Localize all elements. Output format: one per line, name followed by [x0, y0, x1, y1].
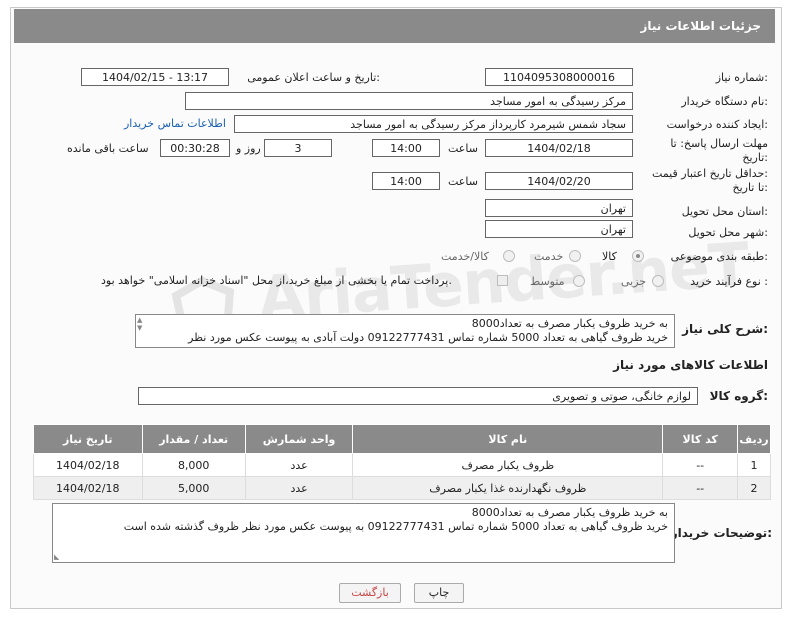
print-button[interactable]: چاپ — [414, 583, 464, 603]
payment-note: پرداخت تمام یا بخشی از مبلغ خرید،از محل … — [101, 274, 452, 287]
title-bar: جزئیات اطلاعات نیاز — [14, 9, 775, 43]
col-row: ردیف — [737, 424, 771, 454]
goods-group-label: گروه کالا: — [709, 389, 768, 403]
col-unit: واحد شمارش — [244, 424, 354, 454]
resize-handle-icon[interactable]: ◣ — [54, 553, 59, 561]
row-index: 1 — [737, 453, 771, 477]
goods-table-header: ردیف کد کالا نام کالا واحد شمارش تعداد /… — [33, 424, 771, 454]
buyer-notes-line-2: خرید ظروف گیاهی به تعداد 5000 شماره تماس… — [123, 520, 668, 533]
row-qty: 8,000 — [141, 453, 246, 477]
row-qty: 5,000 — [141, 476, 246, 500]
summary-line-2: خرید ظروف گیاهی به تعداد 5000 شماره تماس… — [188, 331, 668, 344]
process-option-medium: متوسط — [530, 275, 565, 288]
row-code: -- — [662, 476, 739, 500]
category-option-goods: کالا — [602, 250, 617, 263]
deadline-time-field: 14:00 — [372, 139, 440, 157]
validity-date-field: 1404/02/20 — [485, 172, 633, 190]
table-row: 2 -- ظروف نگهدارنده غذا یکبار مصرف عدد 5… — [33, 476, 771, 500]
city-label: شهر محل تحویل: — [688, 226, 768, 239]
buyer-org-field: مرکز رسیدگی به امور مساجد — [185, 92, 633, 110]
requester-field: سجاد شمس شیرمرد کارپرداز مرکز رسیدگی به … — [234, 115, 633, 133]
category-radio-goods-service[interactable] — [503, 250, 515, 262]
summary-label: شرح کلی نیاز: — [682, 322, 768, 336]
need-number-label: شماره نیاز: — [715, 71, 768, 84]
days-remaining-field: 3 — [264, 139, 332, 157]
row-code: -- — [662, 453, 739, 477]
city-field: تهران — [485, 220, 633, 238]
process-option-minor: جزیی — [621, 275, 647, 288]
buyer-contact-link[interactable]: اطلاعات تماس خریدار — [124, 117, 226, 130]
validity-time-field: 14:00 — [372, 172, 440, 190]
col-code: کد کالا — [662, 424, 739, 454]
category-label: طبقه بندی موضوعی: — [670, 250, 768, 263]
row-name: ظروف یکبار مصرف — [352, 453, 664, 477]
time-remaining-field: 00:30:28 — [160, 139, 230, 157]
summary-textarea[interactable]: به خرید ظروف یکبار مصرف به تعداد8000 خری… — [135, 314, 675, 348]
announce-label: تاریخ و ساعت اعلان عمومی: — [247, 71, 380, 84]
col-qty: تعداد / مقدار — [141, 424, 246, 454]
row-index: 2 — [737, 476, 771, 500]
deadline-time-label: ساعت — [448, 142, 478, 155]
deadline-label-line2: تاریخ: — [742, 151, 768, 164]
requester-label: ایجاد کننده درخواست: — [666, 118, 768, 131]
need-number-field: 1104095308000016 — [485, 68, 633, 86]
process-radio-minor[interactable] — [652, 275, 664, 287]
payment-checkbox[interactable] — [497, 275, 508, 286]
table-row: 1 -- ظروف یکبار مصرف عدد 8,000 1404/02/1… — [33, 453, 771, 477]
time-remaining-label: ساعت باقی مانده — [67, 142, 149, 155]
buyer-org-label: نام دستگاه خریدار: — [681, 95, 768, 108]
category-radio-goods[interactable] — [632, 250, 644, 262]
category-option-service: خدمت — [534, 250, 564, 263]
deadline-date-field: 1404/02/18 — [485, 139, 633, 157]
category-option-goods-service: کالا/خدمت — [441, 250, 489, 263]
scroll-arrows-icon[interactable]: ▲ ▼ — [137, 316, 142, 332]
row-unit: عدد — [244, 453, 354, 477]
goods-group-field: لوازم خانگی، صوتی و تصویری — [138, 387, 698, 405]
days-label: روز و — [236, 142, 261, 155]
goods-section-title: اطلاعات کالاهای مورد نیاز — [613, 358, 768, 372]
category-radio-service[interactable] — [569, 250, 581, 262]
validity-time-label: ساعت — [448, 175, 478, 188]
announce-field: 1404/02/15 - 13:17 — [81, 68, 229, 86]
goods-table: ردیف کد کالا نام کالا واحد شمارش تعداد /… — [33, 424, 771, 500]
row-name: ظروف نگهدارنده غذا یکبار مصرف — [352, 476, 664, 500]
buyer-notes-textarea[interactable]: به خرید ظروف یکبار مصرف به تعداد8000 خری… — [52, 503, 675, 563]
page-title: جزئیات اطلاعات نیاز — [640, 19, 761, 33]
row-date: 1404/02/18 — [33, 476, 143, 500]
validity-label-line2: تا تاریخ: — [732, 181, 768, 194]
buyer-notes-label: توضیحات خریدار: — [670, 526, 772, 540]
province-label: استان محل تحویل: — [681, 205, 768, 218]
province-field: تهران — [485, 199, 633, 217]
deadline-label-line1: مهلت ارسال پاسخ: تا — [670, 137, 768, 150]
process-label: نوع فرآیند خرید : — [690, 275, 768, 288]
summary-line-1: به خرید ظروف یکبار مصرف به تعداد8000 — [471, 317, 668, 330]
buyer-notes-line-1: به خرید ظروف یکبار مصرف به تعداد8000 — [471, 506, 668, 519]
validity-label-line1: حداقل تاریخ اعتبار قیمت: — [652, 167, 768, 180]
row-date: 1404/02/18 — [33, 453, 143, 477]
row-unit: عدد — [244, 476, 354, 500]
col-name: نام کالا — [352, 424, 664, 454]
back-button[interactable]: بازگشت — [339, 583, 401, 603]
process-radio-medium[interactable] — [573, 275, 585, 287]
col-date: تاریخ نیاز — [33, 424, 143, 454]
